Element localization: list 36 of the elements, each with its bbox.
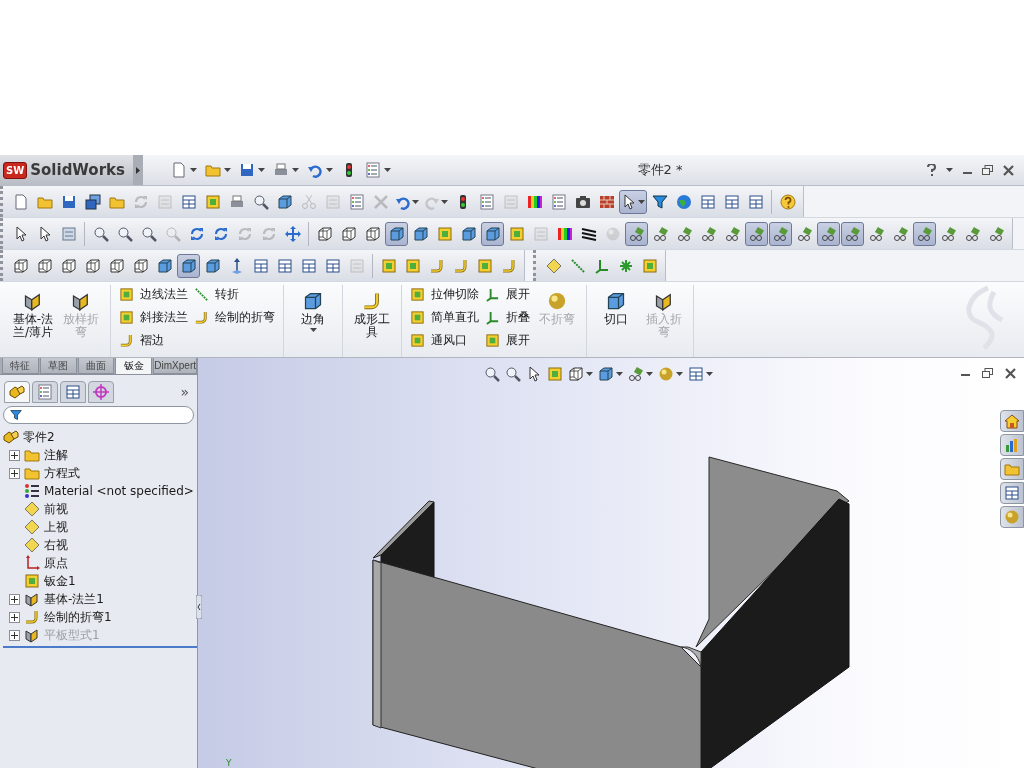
tree-item[interactable]: 注解 <box>44 447 68 463</box>
ribbon-button[interactable]: 转折 <box>194 285 275 304</box>
command-tab[interactable]: DimXpert <box>153 358 197 374</box>
ribbon-button[interactable]: 折叠 <box>485 308 530 327</box>
ribbon-button[interactable]: 斜接法兰 <box>119 308 188 327</box>
ribbon-button[interactable]: 切口 <box>595 285 637 357</box>
tree-item[interactable]: 基体-法兰1 <box>44 591 104 607</box>
ribbon-button[interactable]: 拉伸切除 <box>410 285 479 304</box>
tree-item[interactable]: 右视 <box>44 537 68 553</box>
tree-item[interactable]: 绘制的折弯1 <box>44 609 112 625</box>
ribbon-button[interactable]: 成形工具 <box>351 285 393 357</box>
command-tab[interactable]: 钣金 <box>115 358 153 375</box>
tree-item[interactable]: 前视 <box>44 501 68 517</box>
command-tab[interactable]: 曲面 <box>77 358 115 374</box>
ribbon-button[interactable]: 展开 <box>485 331 530 350</box>
tree-item[interactable]: 钣金1 <box>44 573 76 589</box>
expand-panel-button[interactable]: » <box>180 384 193 400</box>
window-title: 零件2 * <box>636 161 684 179</box>
app-logo: SolidWorks <box>30 161 125 179</box>
ribbon-button[interactable]: 通风口 <box>410 331 479 350</box>
tree-item[interactable]: Material <not specified> <box>44 483 194 499</box>
tree-item[interactable]: 方程式 <box>44 465 80 481</box>
logo-badge: SW <box>3 161 28 179</box>
ribbon-button[interactable]: 褶边 <box>119 331 188 350</box>
command-tab[interactable]: 特征 <box>2 358 39 374</box>
ribbon-button[interactable]: 展开 <box>485 285 530 304</box>
ribbon-button[interactable]: 边角 <box>292 285 334 357</box>
ribbon-button[interactable]: 边线法兰 <box>119 285 188 304</box>
ribbon-button[interactable]: 基体-法兰/薄片 <box>12 285 54 357</box>
tree-item[interactable]: 零件2 <box>3 428 197 446</box>
ribbon-button[interactable]: 绘制的折弯 <box>194 308 275 327</box>
ribbon-button[interactable]: 简单直孔 <box>410 308 479 327</box>
axis-label: Y <box>226 758 232 768</box>
tree-item[interactable]: 原点 <box>44 555 68 571</box>
command-tab[interactable]: 草图 <box>39 358 77 374</box>
tree-item[interactable]: 上视 <box>44 519 68 535</box>
